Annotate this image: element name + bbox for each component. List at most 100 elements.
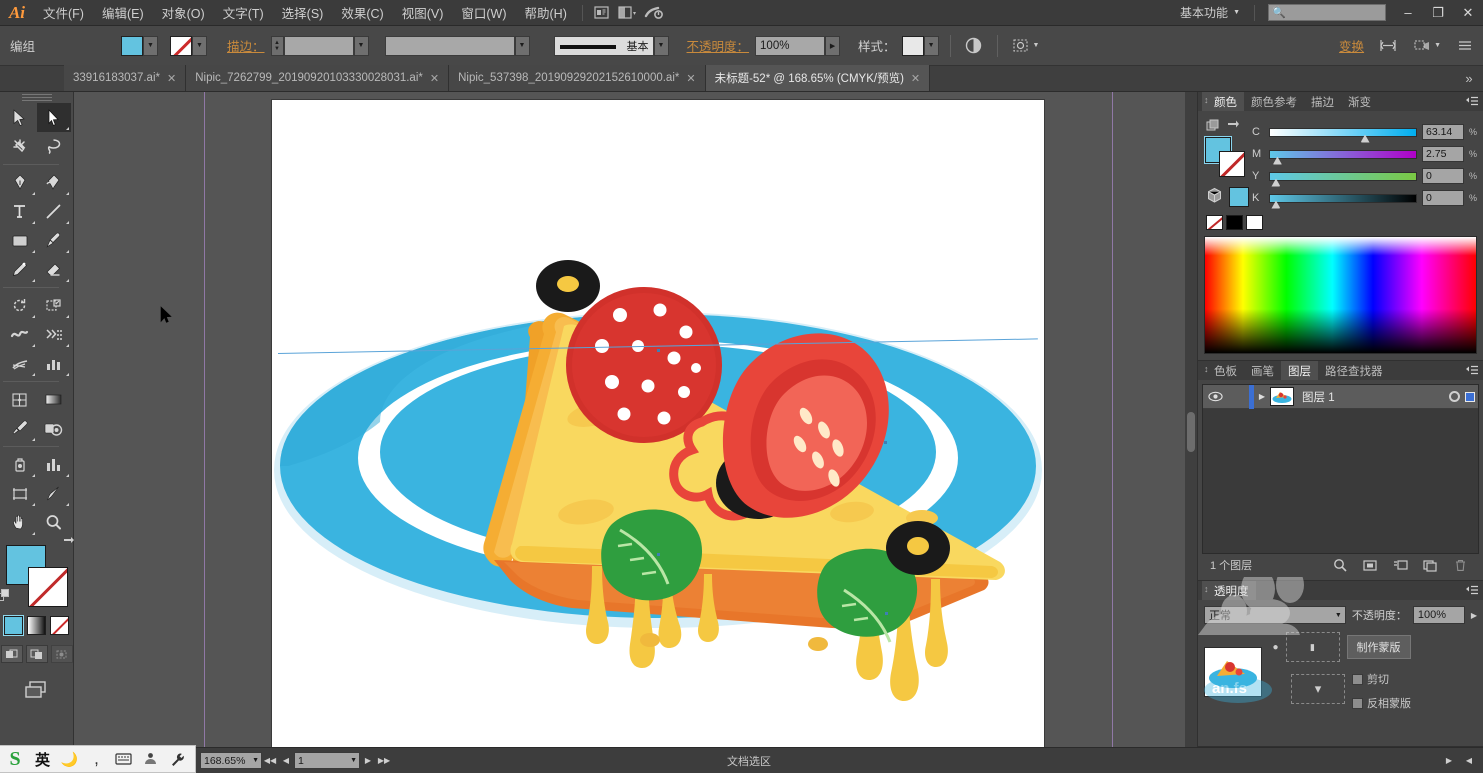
stroke-dropdown-icon[interactable]: ▼ — [192, 35, 207, 56]
tab-color-guide[interactable]: 颜色参考 — [1244, 92, 1304, 111]
draw-behind-mode-button[interactable] — [25, 645, 48, 663]
stroke-profile-control[interactable]: 基本 ▼ — [553, 35, 669, 56]
opacity-dropdown-icon[interactable]: ▶ — [825, 35, 841, 56]
keyboard-icon[interactable] — [111, 746, 136, 772]
channel-value-k[interactable]: 0 — [1422, 190, 1464, 206]
blend-tool[interactable] — [37, 414, 71, 443]
default-fill-stroke-icon[interactable] — [0, 589, 11, 604]
opacity-label[interactable]: 不透明度： — [687, 36, 750, 55]
stroke-style-control[interactable]: ▼ — [384, 35, 530, 56]
canvas-vertical-scrollbar[interactable] — [1185, 92, 1197, 747]
create-new-sublayer-icon[interactable] — [1385, 559, 1415, 572]
last-artboard-button[interactable]: ▶▶ — [376, 756, 392, 765]
color-panel-menu-icon[interactable] — [1465, 95, 1479, 107]
stroke-weight-label[interactable]: 描边： — [227, 36, 265, 55]
selection-tool[interactable] — [3, 103, 37, 132]
menu-effect[interactable]: 效果(C) — [332, 0, 392, 26]
stroke-color-control[interactable]: ▼ — [170, 35, 207, 56]
artboard-tool[interactable] — [3, 479, 37, 508]
line-segment-tool[interactable] — [37, 197, 71, 226]
direct-selection-tool[interactable] — [36, 103, 71, 132]
tab-gradient[interactable]: 渐变 — [1341, 92, 1378, 111]
stroke-style-input[interactable] — [384, 35, 515, 56]
blend-mode-select[interactable]: 正常 ▼ — [1204, 606, 1346, 624]
stock-icon[interactable] — [641, 3, 667, 23]
zoom-level-input[interactable]: 168.65% ▼ — [200, 752, 262, 769]
recolor-artwork-control[interactable]: ▼ — [1009, 35, 1040, 57]
layer-name[interactable]: 图层 1 — [1294, 389, 1447, 405]
chevron-down-icon[interactable]: ▼ — [350, 757, 357, 764]
fill-dropdown-icon[interactable]: ▼ — [143, 35, 158, 56]
transparency-clip-thumbnail[interactable]: ▾ — [1291, 673, 1345, 704]
status-text[interactable]: 文档选区 — [727, 753, 771, 769]
color-3d-cube-icon[interactable] — [1206, 187, 1223, 207]
stroke-style-dropdown-icon[interactable]: ▼ — [514, 35, 530, 56]
stroke-swatch[interactable] — [170, 35, 192, 56]
chevron-down-icon[interactable]: ▼ — [252, 757, 259, 764]
layer-target-icon[interactable] — [1447, 391, 1462, 402]
document-setup-control[interactable]: ▼ — [1410, 35, 1441, 57]
layers-list[interactable]: ▶ 图层 1 — [1202, 384, 1479, 554]
type-tool[interactable] — [3, 197, 37, 226]
channel-slider-m[interactable] — [1269, 149, 1417, 165]
symbol-sprayer-tool[interactable] — [3, 450, 37, 479]
pencil-tool[interactable] — [3, 255, 37, 284]
tools-panel-grip[interactable] — [21, 94, 52, 103]
channel-slider-k[interactable] — [1269, 193, 1417, 209]
search-adobe-stock-input[interactable]: 🔍 — [1268, 4, 1386, 21]
menu-object[interactable]: 对象(O) — [153, 0, 214, 26]
align-icon[interactable] — [1376, 35, 1400, 57]
status-prev-icon[interactable]: ▶ — [1441, 756, 1457, 765]
swatch-black[interactable] — [1226, 215, 1243, 230]
graphic-style-control[interactable]: ▼ — [901, 35, 939, 56]
close-icon[interactable]: ✕ — [167, 72, 176, 85]
pen-tool[interactable] — [3, 168, 37, 197]
channel-knob-k[interactable] — [1271, 200, 1281, 209]
scrollbar-thumb[interactable] — [1187, 412, 1195, 452]
stroke-profile-dropdown-icon[interactable]: ▼ — [653, 35, 669, 56]
document-tab-4[interactable]: 未标题-52* @ 168.65% (CMYK/预览) ✕ — [705, 65, 931, 91]
clip-checkbox[interactable] — [1352, 673, 1363, 685]
color-fill-mode-button[interactable] — [3, 615, 24, 636]
graphic-style-swatch[interactable] — [901, 35, 924, 56]
hand-tool[interactable] — [3, 508, 37, 537]
transform-label[interactable]: 变换 — [1339, 36, 1364, 55]
tab-layers[interactable]: 图层 — [1281, 361, 1318, 380]
layer-visibility-icon[interactable] — [1203, 391, 1227, 402]
rotate-tool[interactable] — [3, 291, 37, 320]
swatch-none[interactable] — [1206, 215, 1223, 230]
comma-icon[interactable]: , — [84, 746, 109, 772]
channel-knob-m[interactable] — [1272, 156, 1282, 165]
delete-selection-icon[interactable] — [1445, 559, 1475, 572]
close-icon[interactable]: ✕ — [911, 72, 920, 85]
transparency-mask-thumbnail[interactable]: ▮ — [1285, 632, 1340, 662]
transparency-panel-menu-icon[interactable] — [1465, 584, 1479, 596]
shape-builder-tool[interactable] — [37, 320, 71, 349]
wrench-icon[interactable] — [165, 746, 190, 772]
slice-tool[interactable] — [37, 479, 71, 508]
opacity-round-icon[interactable] — [962, 35, 986, 57]
eyedropper-tool[interactable] — [3, 414, 37, 443]
arrange-documents-icon[interactable] — [615, 3, 641, 23]
first-artboard-button[interactable]: ◀◀ — [262, 756, 278, 765]
transparency-opacity-stepper-icon[interactable]: ▶ — [1471, 611, 1477, 620]
close-button[interactable]: ✕ — [1453, 0, 1483, 26]
change-screen-mode-button[interactable] — [22, 679, 52, 704]
menu-file[interactable]: 文件(F) — [34, 0, 93, 26]
create-new-layer-icon[interactable] — [1415, 559, 1445, 572]
opacity-input[interactable]: 100% — [755, 35, 826, 56]
make-clipping-mask-icon[interactable] — [1355, 559, 1385, 572]
sogou-logo-icon[interactable]: S — [2, 746, 28, 772]
tab-stroke[interactable]: 描边 — [1304, 92, 1341, 111]
invert-mask-checkbox[interactable] — [1352, 697, 1363, 709]
color-spectrum-ramp[interactable] — [1204, 236, 1477, 354]
recolor-dropdown-icon[interactable]: ▼ — [1033, 42, 1040, 49]
stroke-weight-dropdown-icon[interactable]: ▼ — [353, 35, 369, 56]
menu-help[interactable]: 帮助(H) — [516, 0, 576, 26]
fill-swatch[interactable] — [121, 35, 143, 56]
tab-pathfinder[interactable]: 路径查找器 — [1318, 361, 1390, 380]
artboard-options-icon[interactable] — [1410, 35, 1434, 57]
transparency-object-thumbnail[interactable] — [1204, 646, 1262, 697]
toolbox-icon[interactable] — [138, 746, 163, 772]
tab-brushes[interactable]: 画笔 — [1244, 361, 1281, 380]
